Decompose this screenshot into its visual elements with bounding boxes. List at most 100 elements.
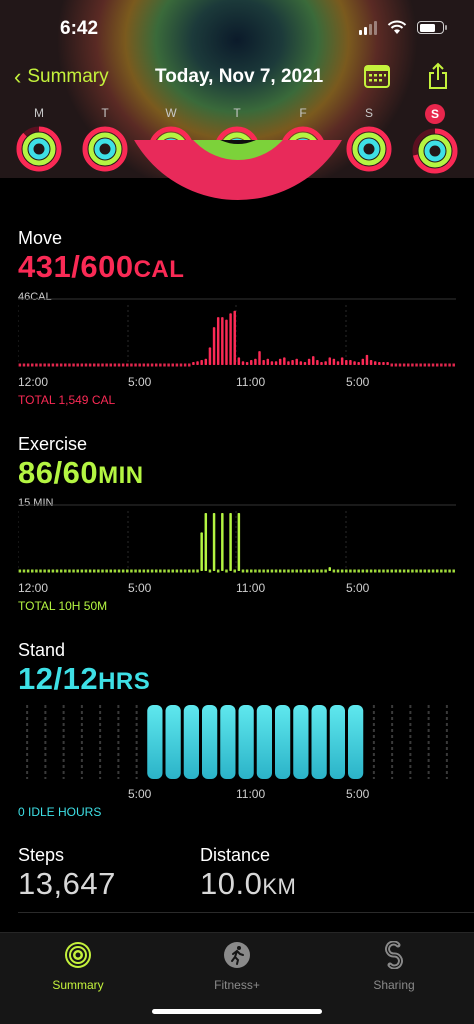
axis-tick-label: 5:00 [346, 375, 370, 389]
tab-sharing[interactable]: Sharing [344, 940, 444, 992]
move-value-number: 431/600 [18, 249, 134, 284]
stand-value-number: 12/12 [18, 661, 99, 696]
status-time: 6:42 [60, 18, 99, 39]
chart-bar [204, 513, 208, 571]
chart-bar [92, 363, 96, 367]
nav-bar: ‹ Summary Today, Nov 7, 2021 [0, 60, 474, 94]
stand-hour-bar [348, 705, 364, 779]
home-indicator[interactable] [152, 1009, 322, 1014]
chart-bar [64, 363, 67, 367]
chart-bar [150, 569, 154, 573]
back-button[interactable]: ‹ Summary [14, 64, 109, 90]
share-icon[interactable] [426, 62, 450, 90]
chart-bar [258, 569, 261, 573]
chart-bar [266, 569, 270, 573]
chart-bar [200, 359, 203, 365]
chart-bar [250, 359, 253, 365]
chart-bar [440, 363, 443, 367]
stand-hour-bar [256, 705, 272, 779]
chart-bar [283, 569, 286, 573]
stand-hour-bar [293, 705, 309, 779]
steps-value: 13,647 [18, 866, 116, 901]
chart-bar [146, 569, 150, 573]
exercise-unit: MIN [98, 462, 144, 489]
back-label: Summary [27, 66, 109, 87]
activity-rings-large [118, 140, 358, 200]
chart-bar [76, 363, 79, 367]
chart-bar [353, 361, 356, 365]
chart-bar [109, 363, 113, 367]
day-label: W [165, 106, 177, 120]
tab-label: Summary [52, 978, 104, 992]
chart-bar [138, 363, 141, 367]
stand-idle: 0 IDLE HOURS [18, 805, 102, 819]
chart-bar [179, 569, 183, 573]
stand-hour-bar [275, 705, 291, 779]
chart-bar [216, 317, 220, 365]
chart-bar [68, 569, 71, 573]
chart-bar [142, 569, 146, 573]
chart-bar [208, 347, 212, 365]
chart-bar [130, 569, 133, 573]
tab-summary[interactable]: Summary [28, 941, 128, 992]
calendar-icon[interactable] [364, 64, 390, 88]
tab-fitness-plus[interactable]: Fitness+ [187, 941, 287, 992]
chart-bar [448, 569, 451, 573]
chart-bar [394, 363, 398, 367]
axis-tick-label: 5:00 [346, 787, 370, 801]
move-label: Move [18, 228, 63, 248]
chart-bar [332, 569, 336, 573]
chart-bar [349, 359, 352, 365]
chevron-left-icon: ‹ [14, 64, 22, 89]
chart-bar [270, 569, 274, 573]
exercise-chart: 15 MIN 12:00 5:00 11:00 5:00 [18, 497, 456, 595]
chart-bar [105, 569, 108, 573]
day-label: S [364, 106, 373, 120]
exercise-section: Exercise 86/60MIN 15 MIN 12:00 5:00 11:0… [18, 434, 456, 613]
axis-tick-label: 11:00 [236, 787, 266, 801]
chart-bar [316, 569, 319, 573]
chart-bar [55, 363, 59, 367]
chart-bar [18, 363, 22, 367]
chart-bar [26, 363, 30, 367]
chart-bar [378, 362, 381, 365]
chart-bar [225, 569, 228, 573]
chart-bar [101, 363, 104, 367]
move-unit: CAL [133, 256, 185, 283]
chart-bar [365, 354, 369, 365]
chart-bar [291, 359, 294, 365]
chart-bar [130, 363, 133, 367]
chart-bar [291, 569, 294, 573]
chart-bar [345, 569, 348, 573]
chart-bar [320, 569, 323, 573]
chart-bar [345, 359, 348, 365]
chart-bar [126, 363, 129, 367]
chart-bar [35, 363, 38, 367]
status-bar: 6:42 [0, 14, 474, 44]
chart-bar [113, 569, 117, 573]
chart-bar [179, 363, 183, 367]
chart-bar [316, 359, 319, 365]
chart-bar [262, 569, 265, 573]
day-label: M [34, 106, 44, 120]
chart-bar [303, 569, 307, 573]
chart-bar [196, 569, 199, 573]
stand-hour-bar [220, 705, 236, 779]
chart-bar [204, 358, 208, 365]
chart-bar [336, 361, 340, 365]
day-sunday-today[interactable]: S [411, 104, 459, 178]
move-chart-svg [18, 298, 456, 367]
chart-bar [390, 569, 393, 573]
today-badge: S [425, 104, 445, 124]
move-chart: 46CAL 12:00 5:00 11:00 5:00 [18, 291, 456, 389]
chart-bar [188, 363, 191, 367]
day-monday[interactable]: M [15, 104, 63, 177]
chart-bar [452, 363, 455, 367]
move-section: Move 431/600CAL 46CAL 12:00 5:00 11:00 5… [18, 228, 456, 407]
chart-bar [84, 363, 88, 367]
stand-value: 12/12HRS [18, 661, 456, 697]
wifi-icon [387, 20, 407, 34]
chart-bar [311, 569, 315, 573]
axis-tick-label: 5:00 [128, 375, 152, 389]
chart-bar [113, 363, 117, 367]
